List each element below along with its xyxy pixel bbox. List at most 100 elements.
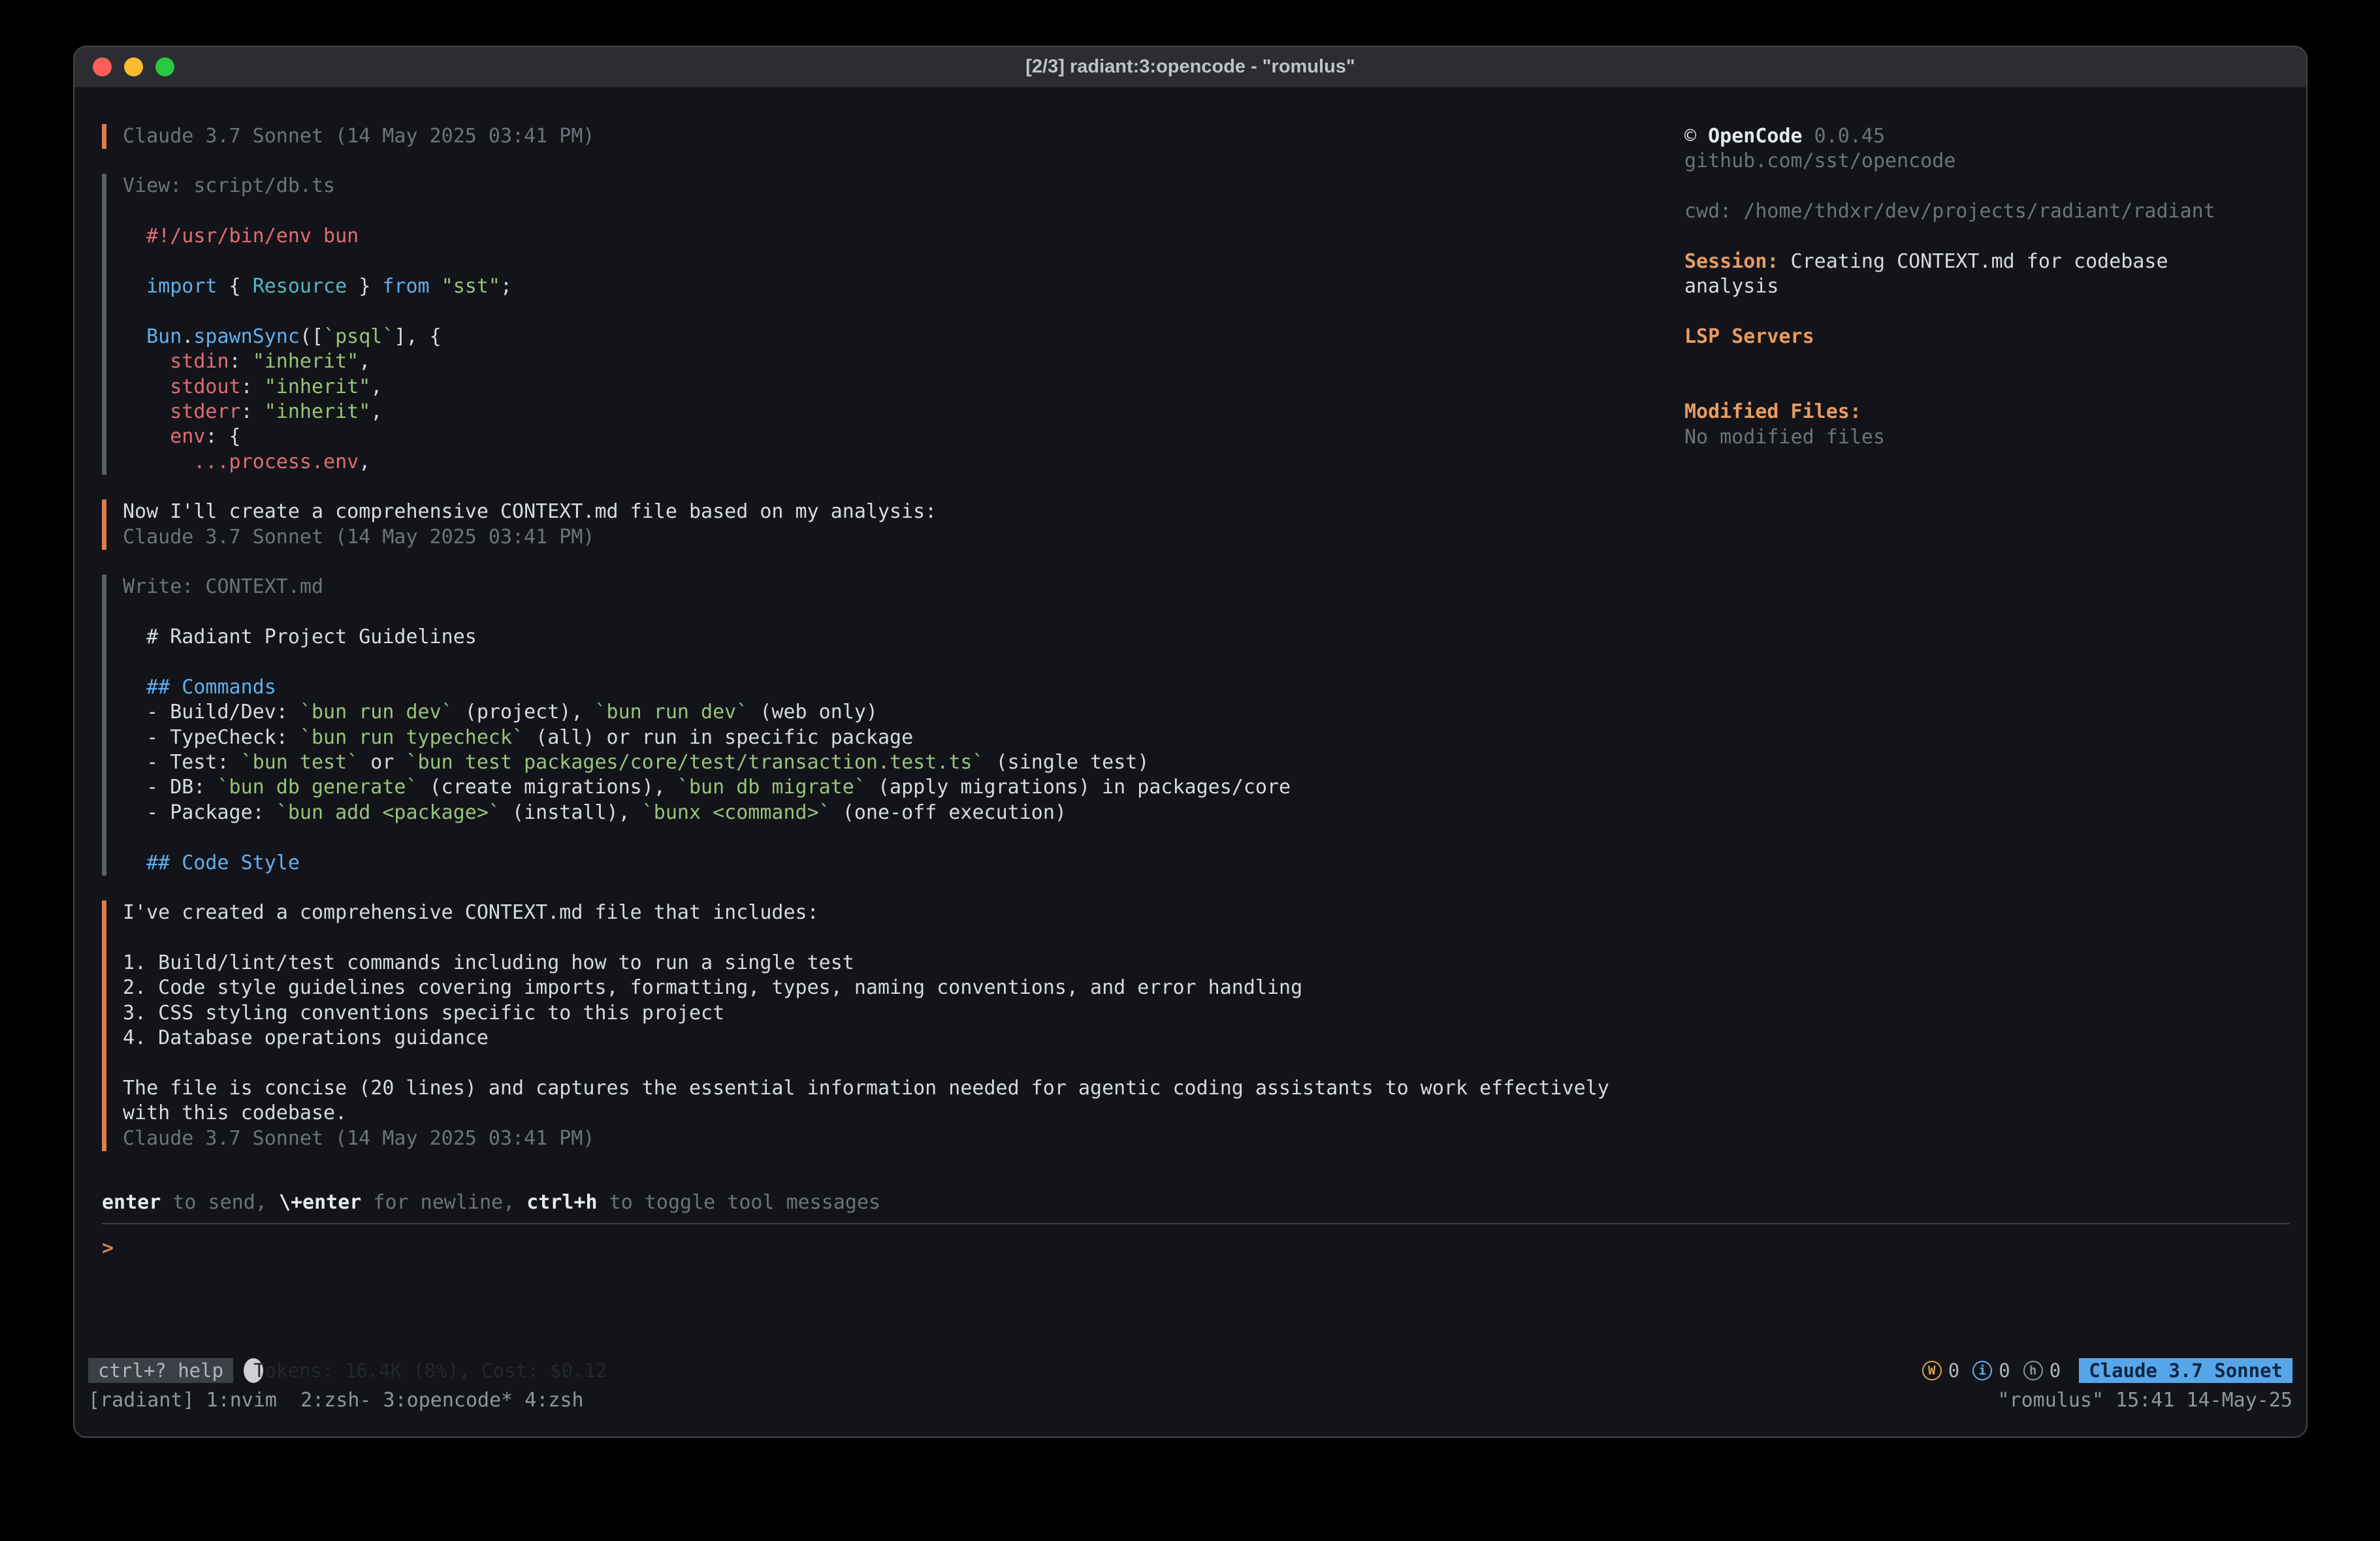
diagnostic-count: 0	[1999, 1359, 2010, 1382]
terminal-line: I've created a comprehensive CONTEXT.md …	[123, 900, 2306, 925]
token: stdout	[123, 375, 241, 398]
terminal-line	[1684, 350, 2308, 375]
assistant-message-block: Now I'll create a comprehensive CONTEXT.…	[102, 500, 2306, 550]
token: LSP Servers	[1684, 325, 1814, 348]
token: `bun run dev`	[595, 701, 748, 723]
token: "inherit"	[265, 400, 371, 423]
terminal-line: © OpenCode 0.0.45	[1684, 124, 2308, 149]
tmux-window-list[interactable]: [radiant] 1:nvim 2:zsh- 3:opencode* 4:zs…	[88, 1389, 584, 1412]
input-area: enter to send, \+enter for newline, ctrl…	[102, 1190, 2289, 1262]
token: (one-off execution)	[831, 801, 1067, 824]
terminal-line	[123, 825, 2306, 850]
token: ,	[359, 451, 370, 473]
info-icon: i0	[1972, 1359, 2010, 1382]
token: `bunx <command>`	[642, 801, 831, 824]
tool-write-block: Write: CONTEXT.md # Radiant Project Guid…	[102, 575, 2306, 876]
token: ], {	[394, 325, 441, 348]
hint-icon: h0	[2023, 1359, 2061, 1382]
minimize-button[interactable]	[124, 57, 143, 76]
terminal-line	[123, 925, 2306, 950]
diagnostics: W0i0h0	[1922, 1359, 2061, 1382]
token: Resource	[253, 275, 347, 298]
terminal-body: Claude 3.7 Sonnet (14 May 2025 03:41 PM)…	[74, 88, 2306, 1435]
token: (create migrations),	[418, 776, 677, 799]
tmux-status-bar: [radiant] 1:nvim 2:zsh- 3:opencode* 4:zs…	[88, 1389, 2292, 1412]
token: : {	[205, 425, 240, 448]
terminal-line: - TypeCheck: `bun run typecheck` (all) o…	[123, 725, 2306, 750]
token: :	[229, 350, 253, 373]
token: spawnSync	[193, 325, 300, 348]
terminal-line: Claude 3.7 Sonnet (14 May 2025 03:41 PM)	[123, 1126, 2306, 1151]
token: #!/usr/bin/env bun	[123, 225, 359, 247]
token: .	[182, 325, 193, 348]
terminal-line: with this codebase.	[123, 1101, 2306, 1126]
terminal-line: ...process.env,	[123, 450, 2306, 475]
token: ,	[370, 375, 382, 398]
token: - TypeCheck:	[123, 726, 300, 749]
help-badge[interactable]: ctrl+? help	[88, 1358, 233, 1383]
prompt-caret: >	[102, 1237, 114, 1260]
token: (project),	[453, 701, 595, 723]
terminal-line: No modified files	[1684, 425, 2308, 450]
token: `bun run dev`	[300, 701, 453, 723]
token: to send,	[161, 1191, 279, 1214]
terminal-line: enter to send, \+enter for newline, ctrl…	[102, 1190, 2289, 1215]
prompt-line[interactable]: >	[102, 1236, 2289, 1261]
titlebar[interactable]: [2/3] radiant:3:opencode - "romulus"	[74, 47, 2306, 88]
token: `bun test packages/core/test/transaction…	[406, 751, 984, 774]
token: env	[123, 425, 205, 448]
token: Bun	[123, 325, 182, 348]
token: :	[241, 400, 265, 423]
token: 3. CSS styling conventions specific to t…	[123, 1002, 724, 1025]
zoom-button[interactable]	[155, 57, 174, 76]
token: ©	[1684, 125, 1708, 148]
terminal-line: # Radiant Project Guidelines	[123, 625, 2306, 650]
token: No modified files	[1684, 426, 1885, 449]
token: (single test)	[984, 751, 1150, 774]
sidebar: © OpenCode 0.0.45github.com/sst/opencode…	[1684, 124, 2308, 450]
terminal-line: 3. CSS styling conventions specific to t…	[123, 1001, 2306, 1026]
token: - Build/Dev:	[123, 701, 300, 723]
terminal-line	[1684, 225, 2308, 249]
terminal-line	[1684, 375, 2308, 400]
desktop: [2/3] radiant:3:opencode - "romulus" Cla…	[0, 0, 2380, 1541]
token: stderr	[123, 400, 241, 423]
diagnostic-count: 0	[2050, 1359, 2061, 1382]
close-button[interactable]	[93, 57, 112, 76]
token: import	[123, 275, 217, 298]
token: ## Code Style	[123, 851, 300, 874]
token: :	[241, 375, 265, 398]
diagnostic-count: 0	[1948, 1359, 1959, 1382]
token: Creating CONTEXT.md for codebase	[1779, 250, 2168, 273]
token: ## Commands	[123, 676, 276, 699]
token: `bun test`	[241, 751, 359, 774]
terminal-line: github.com/sst/opencode	[1684, 149, 2308, 174]
terminal-line: Now I'll create a comprehensive CONTEXT.…	[123, 500, 2306, 524]
token: 1. Build/lint/test commands including ho…	[123, 951, 854, 974]
token: }	[347, 275, 382, 298]
token: from	[382, 275, 429, 298]
tmux-session-info: "romulus" 15:41 14-May-25	[1997, 1389, 2292, 1412]
token: analysis	[1684, 275, 1779, 298]
token: - Test:	[123, 751, 241, 774]
token: Modified Files:	[1684, 400, 1861, 423]
hint-icon: h	[2023, 1361, 2043, 1380]
token: github.com/sst/opencode	[1684, 150, 1955, 172]
token: `bun db migrate`	[677, 776, 866, 799]
terminal-line	[123, 650, 2306, 675]
traffic-lights	[93, 47, 174, 87]
token: stdin	[123, 350, 229, 373]
status-bar: ctrl+? help Tokens: 16.4K (8%), Cost: $0…	[88, 1358, 2292, 1383]
terminal-line	[1684, 174, 2308, 199]
token: Claude 3.7 Sonnet (14 May 2025 03:41 PM)	[123, 1127, 594, 1150]
token: `psql`	[323, 325, 394, 348]
terminal-line: LSP Servers	[1684, 325, 2308, 349]
token: - DB:	[123, 776, 217, 799]
model-badge[interactable]: Claude 3.7 Sonnet	[2079, 1358, 2292, 1383]
token: ;	[500, 275, 512, 298]
token: I've created a comprehensive CONTEXT.md …	[123, 901, 819, 924]
terminal-line: - Package: `bun add <package>` (install)…	[123, 801, 2306, 825]
terminal-line: Claude 3.7 Sonnet (14 May 2025 03:41 PM)	[123, 525, 2306, 550]
token: The file is concise (20 lines) and captu…	[123, 1077, 1609, 1100]
token: # Radiant Project Guidelines	[123, 626, 477, 648]
